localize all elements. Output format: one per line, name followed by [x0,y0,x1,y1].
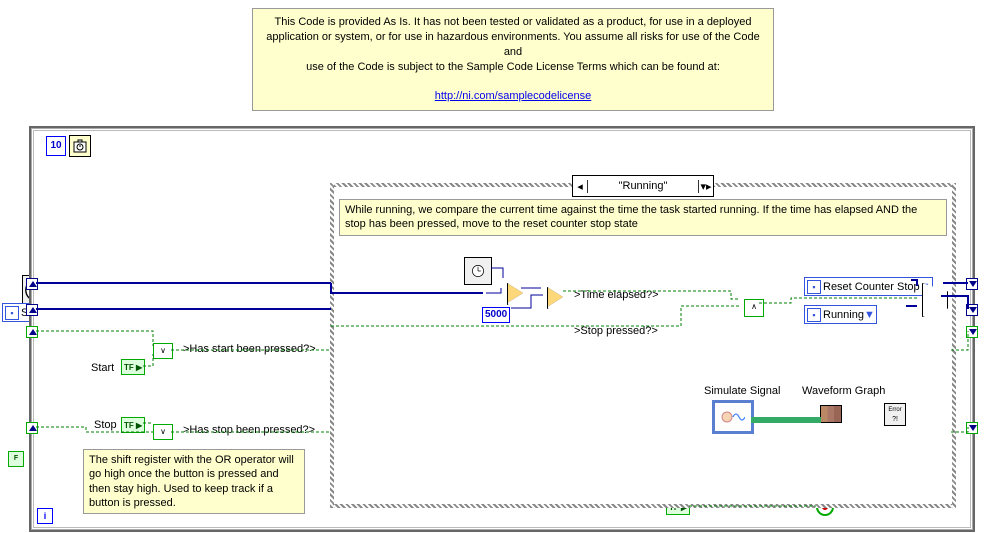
case-prev-arrow[interactable]: ◂ [573,180,588,193]
disclaimer-box: This Code is provided As Is. It has not … [252,8,774,111]
disclaimer-line2: application or system, or for use in haz… [266,31,759,58]
case-selector[interactable]: ◂ "Running" ▾▸ [572,175,714,197]
false-constant[interactable]: F [8,451,24,467]
disclaimer-link[interactable]: http://ni.com/samplecodelicense [435,90,592,102]
case-label: "Running" [588,180,698,192]
while-loop: 10 F i Start TF ▶ ∨ >Has start been pres… [29,126,975,532]
case-next-arrow[interactable]: ▾▸ [698,180,713,193]
disclaimer-line3: use of the Code is subject to the Sample… [306,61,720,73]
disclaimer-line1: This Code is provided As Is. It has not … [275,16,752,28]
wire-diagram [31,128,973,530]
